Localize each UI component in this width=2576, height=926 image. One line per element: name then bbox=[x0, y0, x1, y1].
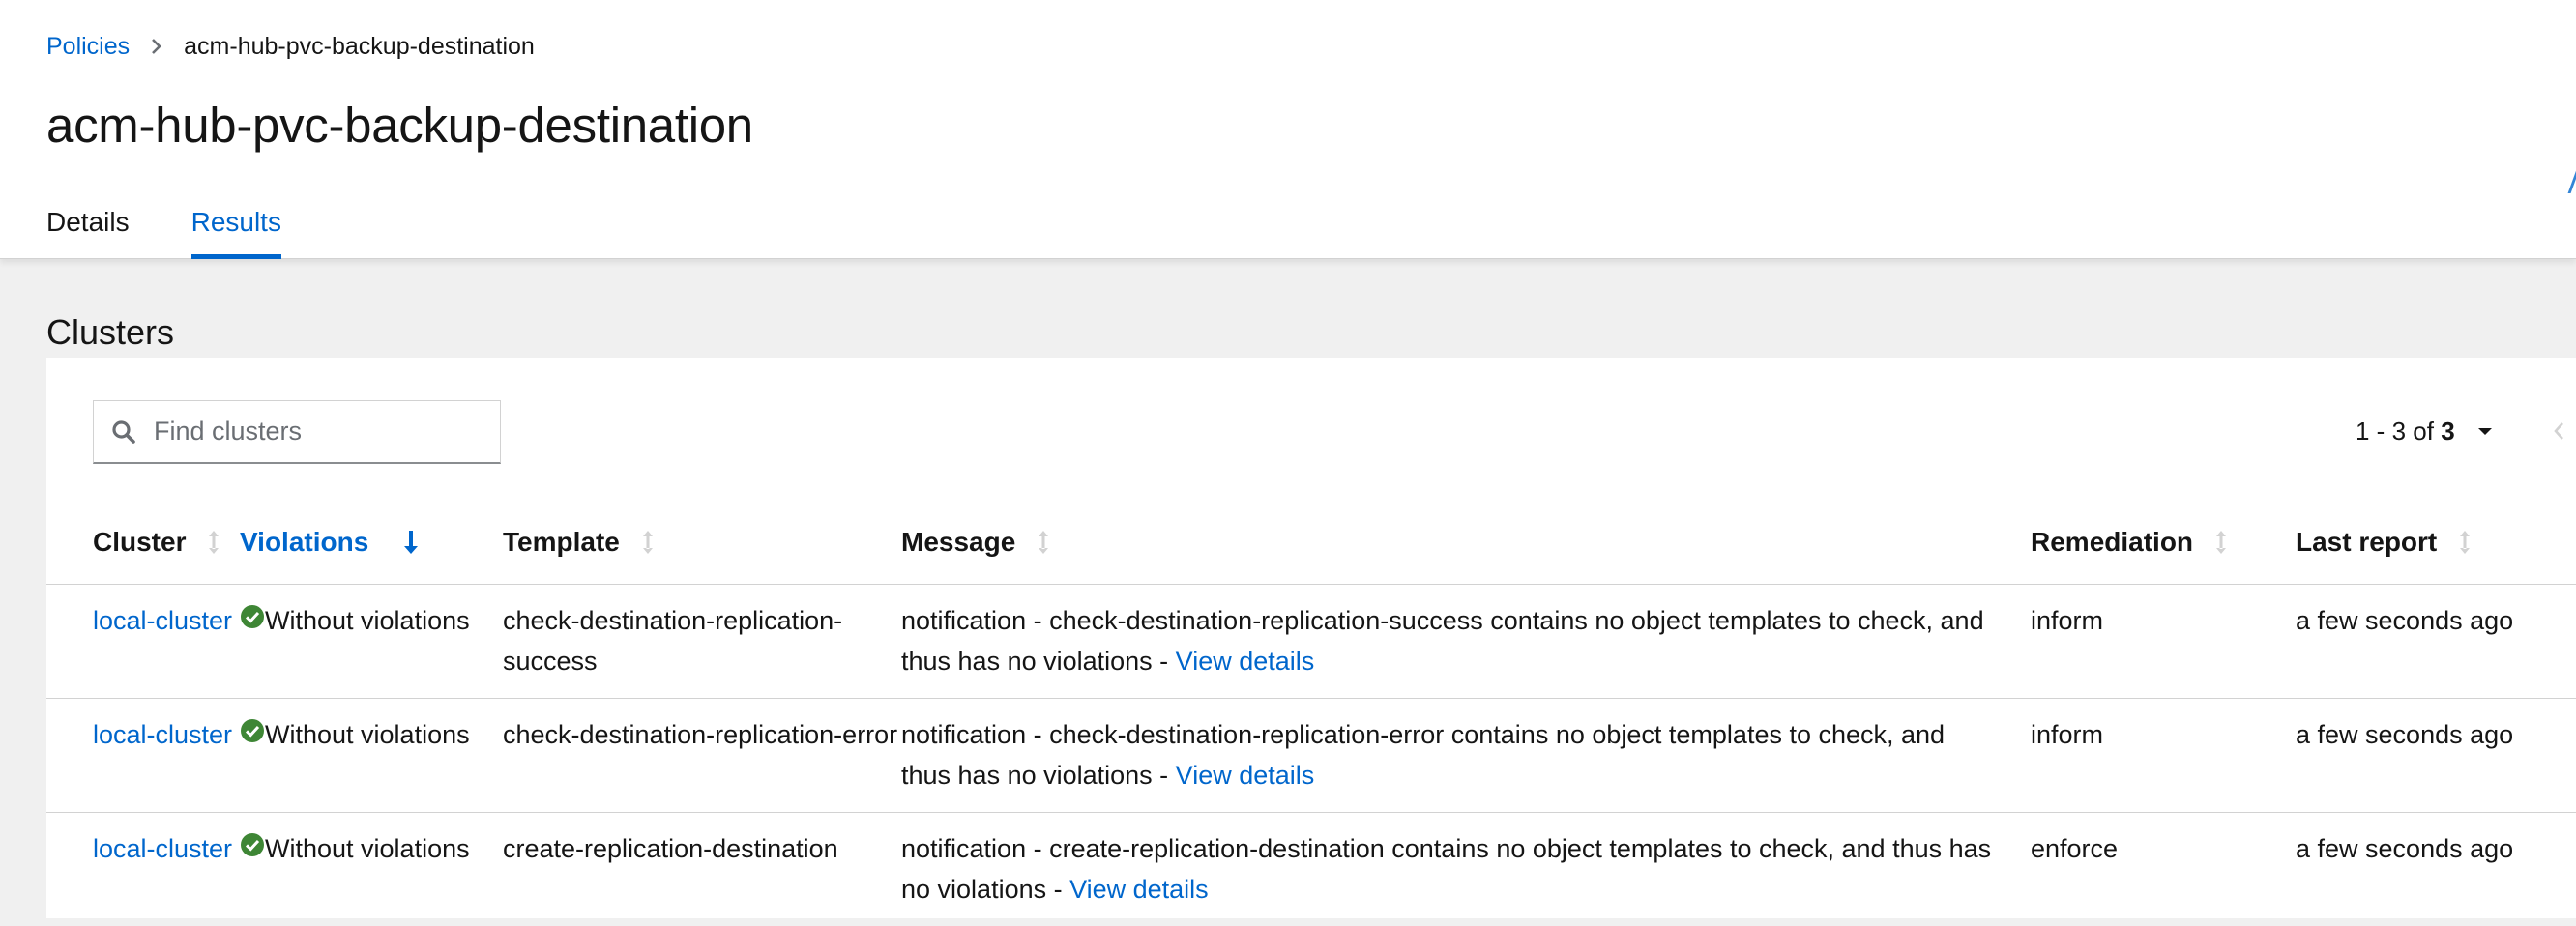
pagination-range: 1 - 3 bbox=[2356, 417, 2407, 446]
tab-list: Details Results bbox=[46, 201, 343, 259]
column-header-message[interactable]: Message bbox=[901, 501, 2031, 585]
tab-results[interactable]: Results bbox=[190, 201, 282, 259]
cluster-link[interactable]: local-cluster bbox=[93, 606, 232, 635]
clusters-card: 1 - 3 of 3 Cluster Violations Template M… bbox=[46, 358, 2576, 918]
violation-status: Without violations bbox=[265, 605, 470, 635]
page-header: Policies acm-hub-pvc-backup-destination … bbox=[0, 0, 2576, 259]
column-header-cluster[interactable]: Cluster bbox=[46, 501, 240, 585]
clusters-table: Cluster Violations Template Message Reme… bbox=[46, 501, 2576, 926]
pagination: 1 - 3 of 3 bbox=[2356, 412, 2565, 450]
tab-details[interactable]: Details bbox=[46, 201, 130, 259]
breadcrumb-policies-link[interactable]: Policies bbox=[46, 31, 130, 62]
message-text: notification - check-destination-replica… bbox=[901, 719, 1946, 790]
sort-icon bbox=[2214, 530, 2228, 555]
sort-icon bbox=[207, 530, 220, 555]
sort-icon bbox=[2458, 530, 2472, 555]
check-circle-icon bbox=[240, 604, 265, 635]
breadcrumb: Policies acm-hub-pvc-backup-destination bbox=[46, 31, 535, 62]
angle-left-icon[interactable] bbox=[2552, 420, 2565, 442]
column-header-template[interactable]: Template bbox=[503, 501, 901, 585]
sort-icon bbox=[641, 530, 655, 555]
check-circle-icon bbox=[240, 832, 265, 863]
template-name: check-destination-replication-success bbox=[503, 584, 901, 699]
last-report-value: a few seconds ago bbox=[2296, 584, 2576, 699]
violation-status: Without violations bbox=[265, 719, 470, 749]
remediation-value: inform bbox=[2031, 698, 2296, 813]
pagination-toggle[interactable]: 1 - 3 of 3 bbox=[2356, 412, 2455, 450]
column-header-last-report[interactable]: Last report bbox=[2296, 501, 2576, 585]
cluster-link[interactable]: local-cluster bbox=[93, 834, 232, 863]
table-header-row: Cluster Violations Template Message Reme… bbox=[46, 501, 2576, 585]
template-name: check-destination-replication-error bbox=[503, 698, 901, 813]
table-row: local-cluster Without violations check-d… bbox=[46, 584, 2576, 699]
template-name: create-replication-destination bbox=[503, 833, 838, 863]
table-row: local-cluster Without violations check-d… bbox=[46, 698, 2576, 813]
violation-status: Without violations bbox=[265, 833, 470, 863]
pagination-of-label: of bbox=[2413, 417, 2434, 446]
search-box bbox=[93, 400, 501, 464]
pagination-total: 3 bbox=[2441, 417, 2455, 446]
table-row: local-cluster Without violations create-… bbox=[46, 812, 2576, 926]
search-icon bbox=[94, 420, 154, 445]
remediation-value: enforce bbox=[2031, 833, 2119, 863]
breadcrumb-current: acm-hub-pvc-backup-destination bbox=[184, 33, 535, 60]
view-details-link[interactable]: View details bbox=[1176, 647, 1315, 676]
column-header-violations[interactable]: Violations bbox=[240, 501, 503, 585]
header-action-link[interactable] bbox=[2562, 164, 2576, 193]
view-details-link[interactable]: View details bbox=[1069, 875, 1209, 904]
caret-down-icon[interactable] bbox=[2476, 425, 2494, 437]
cluster-link[interactable]: local-cluster bbox=[93, 720, 232, 749]
page-title: acm-hub-pvc-backup-destination bbox=[46, 98, 753, 153]
clusters-section-title: Clusters bbox=[46, 312, 175, 352]
last-report-value: a few seconds ago bbox=[2296, 698, 2576, 813]
last-report-value: a few seconds ago bbox=[2296, 833, 2514, 863]
chevron-right-icon bbox=[151, 38, 162, 55]
message-text: notification - create-replication-destin… bbox=[901, 833, 1992, 904]
sort-icon bbox=[1037, 530, 1050, 555]
message-text: notification - check-destination-replica… bbox=[901, 605, 1984, 676]
check-circle-icon bbox=[240, 718, 265, 749]
column-header-remediation[interactable]: Remediation bbox=[2031, 501, 2296, 585]
search-input[interactable] bbox=[154, 417, 483, 447]
remediation-value: inform bbox=[2031, 584, 2296, 699]
view-details-link[interactable]: View details bbox=[1176, 761, 1315, 790]
long-arrow-down-icon bbox=[403, 530, 419, 555]
